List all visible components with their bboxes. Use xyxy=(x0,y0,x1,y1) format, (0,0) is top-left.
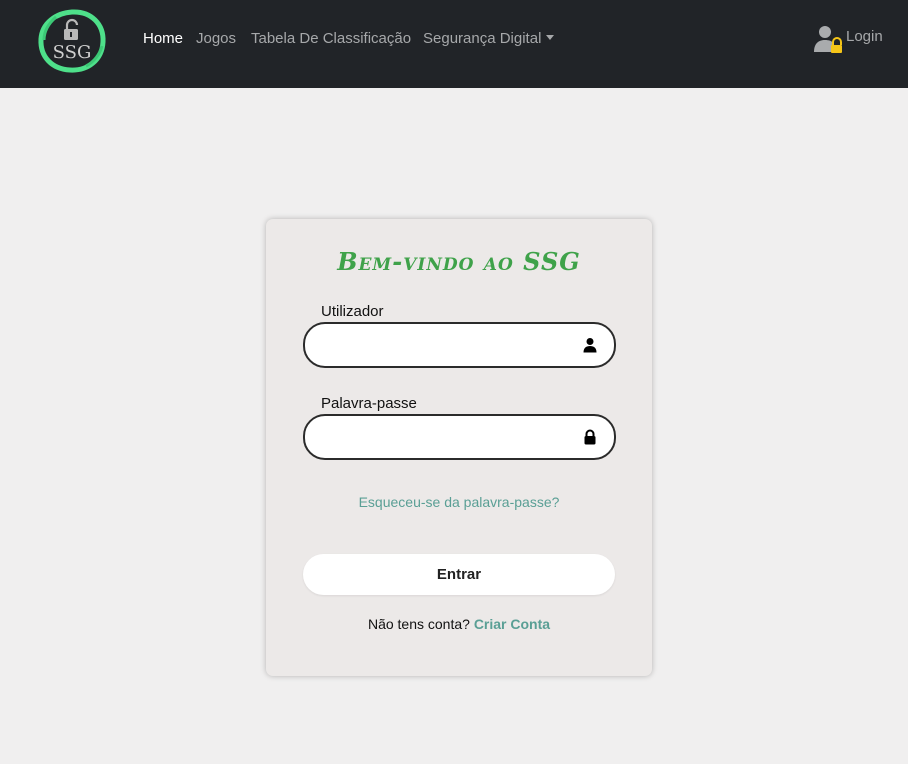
user-lock-icon xyxy=(814,26,842,53)
nav-tabela-classificacao[interactable]: Tabela De Classificação xyxy=(251,30,411,47)
signup-prompt-text: Não tens conta? xyxy=(367,616,470,632)
nav-seguranca-digital-label: Segurança Digital xyxy=(423,30,542,47)
login-submit-button[interactable]: Entrar xyxy=(303,554,615,595)
user-icon xyxy=(583,338,597,353)
caret-down-icon xyxy=(546,35,555,40)
password-label: Palavra-passe xyxy=(321,395,417,412)
welcome-title: Bem-vindo ao SSG xyxy=(337,247,581,276)
username-input[interactable] xyxy=(319,324,569,366)
nav-seguranca-digital-dropdown[interactable]: Segurança Digital xyxy=(423,30,555,47)
lock-icon xyxy=(584,429,596,445)
signup-prompt: Não tens conta? Criar Conta xyxy=(266,616,652,632)
password-field-wrapper xyxy=(303,414,616,460)
nav-home[interactable]: Home xyxy=(143,30,183,47)
login-label: Login xyxy=(846,28,883,45)
forgot-password-link[interactable]: Esqueceu-se da palavra-passe? xyxy=(266,494,652,510)
username-label: Utilizador xyxy=(321,303,384,320)
navbar: SSG Home Jogos Tabela De Classificação S… xyxy=(0,0,908,88)
login-card: Bem-vindo ao SSG Utilizador Palavra-pass… xyxy=(266,219,652,676)
ssg-logo[interactable]: SSG xyxy=(36,8,108,74)
username-field-wrapper xyxy=(303,322,616,368)
create-account-link[interactable]: Criar Conta xyxy=(474,616,550,632)
password-input[interactable] xyxy=(319,416,569,458)
nav-jogos[interactable]: Jogos xyxy=(196,30,236,47)
logo-text: SSG xyxy=(53,42,92,63)
